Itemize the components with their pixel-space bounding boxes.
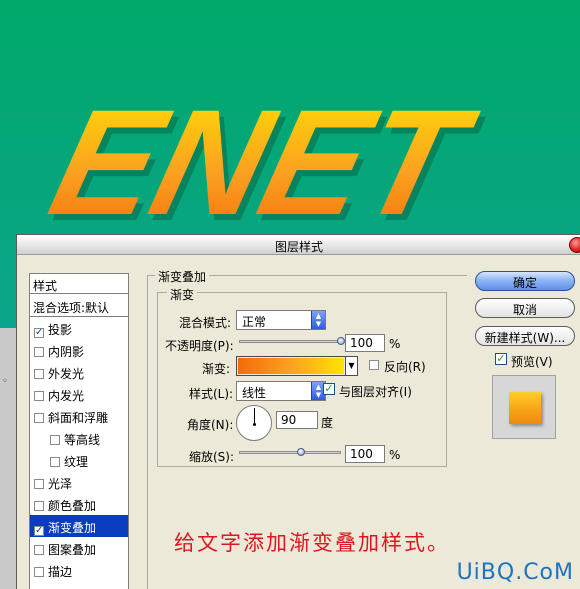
style-preview: [492, 375, 556, 439]
preview-label: 预览(V): [511, 355, 553, 369]
gradient-swatch[interactable]: [238, 358, 344, 374]
style-item-bevel-emboss[interactable]: 斜面和浮雕: [30, 405, 128, 427]
blend-mode-label: 混合模式:: [179, 316, 232, 330]
ok-button[interactable]: 确定: [475, 271, 575, 291]
angle-needle: [254, 408, 255, 424]
style-label: 样式(L):: [189, 387, 234, 401]
opacity-slider[interactable]: [239, 340, 343, 343]
scale-slider[interactable]: [239, 451, 341, 454]
gradient-style-select[interactable]: 线性 ▲ ▼: [236, 381, 326, 401]
style-item-color-overlay[interactable]: 颜色叠加: [30, 493, 128, 515]
scale-unit: %: [389, 448, 401, 462]
scale-input[interactable]: 100: [345, 445, 385, 463]
blend-options-item[interactable]: 混合选项:默认: [30, 295, 128, 317]
checkbox-icon[interactable]: [34, 369, 44, 379]
opacity-slider-thumb[interactable]: [337, 337, 345, 345]
blend-mode-select[interactable]: 正常 ▲ ▼: [236, 310, 326, 330]
new-style-button[interactable]: 新建样式(W)...: [475, 326, 575, 346]
align-with-layer-checkbox[interactable]: ✓: [323, 383, 335, 395]
hero-title-graphic: ENET ENET: [0, 0, 580, 236]
checkbox-checked-icon[interactable]: ✓: [34, 526, 44, 536]
checkbox-icon[interactable]: [34, 413, 44, 423]
gradient-label: 渐变:: [202, 362, 231, 376]
updown-arrows-icon: ▲ ▼: [311, 311, 325, 329]
caption-text: 给文字添加渐变叠加样式。: [174, 531, 450, 555]
angle-label: 角度(N):: [187, 418, 234, 432]
checkbox-icon[interactable]: [34, 479, 44, 489]
checkbox-icon[interactable]: [50, 457, 60, 467]
style-item-drop-shadow[interactable]: ✓ 投影: [30, 317, 128, 339]
style-item-outer-glow[interactable]: 外发光: [30, 361, 128, 383]
style-item-inner-glow[interactable]: 内发光: [30, 383, 128, 405]
style-list: 样式 混合选项:默认 ✓ 投影 内阴影 外发光 内发光 斜面和浮雕 等高线 纹理 …: [29, 273, 129, 589]
reverse-checkbox[interactable]: [369, 360, 379, 370]
checkbox-checked-icon[interactable]: ✓: [34, 328, 44, 338]
angle-center-dot: [253, 423, 256, 426]
checkbox-icon[interactable]: [50, 435, 60, 445]
scale-label: 缩放(S):: [189, 450, 235, 464]
strip-mark: ◦: [2, 376, 8, 387]
preview-swatch: [509, 392, 541, 424]
angle-input[interactable]: 90: [276, 411, 318, 429]
style-item-texture[interactable]: 纹理: [30, 449, 128, 471]
angle-unit: 度: [321, 416, 334, 430]
gradient-picker[interactable]: ▼: [236, 356, 358, 376]
style-item-inner-shadow[interactable]: 内阴影: [30, 339, 128, 361]
opacity-input[interactable]: 100: [345, 334, 385, 352]
checkbox-icon[interactable]: [34, 545, 44, 555]
style-item-stroke[interactable]: 描边: [30, 559, 128, 581]
style-item-pattern-overlay[interactable]: 图案叠加: [30, 537, 128, 559]
checkbox-icon[interactable]: [34, 391, 44, 401]
close-icon[interactable]: [569, 237, 580, 253]
reverse-label: 反向(R): [384, 360, 426, 374]
dialog-title: 图层样式: [274, 240, 323, 254]
style-item-contour[interactable]: 等高线: [30, 427, 128, 449]
hero-svg: ENET ENET: [37, 79, 495, 236]
checkbox-icon[interactable]: [34, 567, 44, 577]
subgroup-title: 渐变: [167, 286, 198, 303]
style-item-satin[interactable]: 光泽: [30, 471, 128, 493]
opacity-unit: %: [389, 337, 401, 351]
background-panel-strip: ◦: [0, 328, 16, 589]
blend-mode-value: 正常: [242, 315, 267, 329]
angle-dial[interactable]: [236, 405, 272, 441]
checkbox-icon[interactable]: [34, 501, 44, 511]
opacity-label: 不透明度(P):: [165, 339, 234, 353]
dropdown-arrow-icon[interactable]: ▼: [345, 357, 357, 375]
dialog-titlebar[interactable]: 图层样式: [17, 235, 580, 255]
gradient-style-value: 线性: [242, 386, 267, 400]
section-title: 渐变叠加: [155, 268, 210, 285]
style-item-gradient-overlay[interactable]: ✓ 渐变叠加: [30, 515, 128, 537]
style-list-header: 样式: [30, 274, 128, 294]
preview-checkbox[interactable]: ✓: [495, 353, 507, 365]
scale-slider-thumb[interactable]: [297, 448, 305, 456]
checkbox-icon[interactable]: [34, 347, 44, 357]
align-with-layer-label: 与图层对齐(I): [339, 385, 412, 399]
hero-text: ENET: [37, 79, 490, 236]
watermark: UiBQ.CoM: [456, 560, 574, 585]
cancel-button[interactable]: 取消: [475, 298, 575, 318]
